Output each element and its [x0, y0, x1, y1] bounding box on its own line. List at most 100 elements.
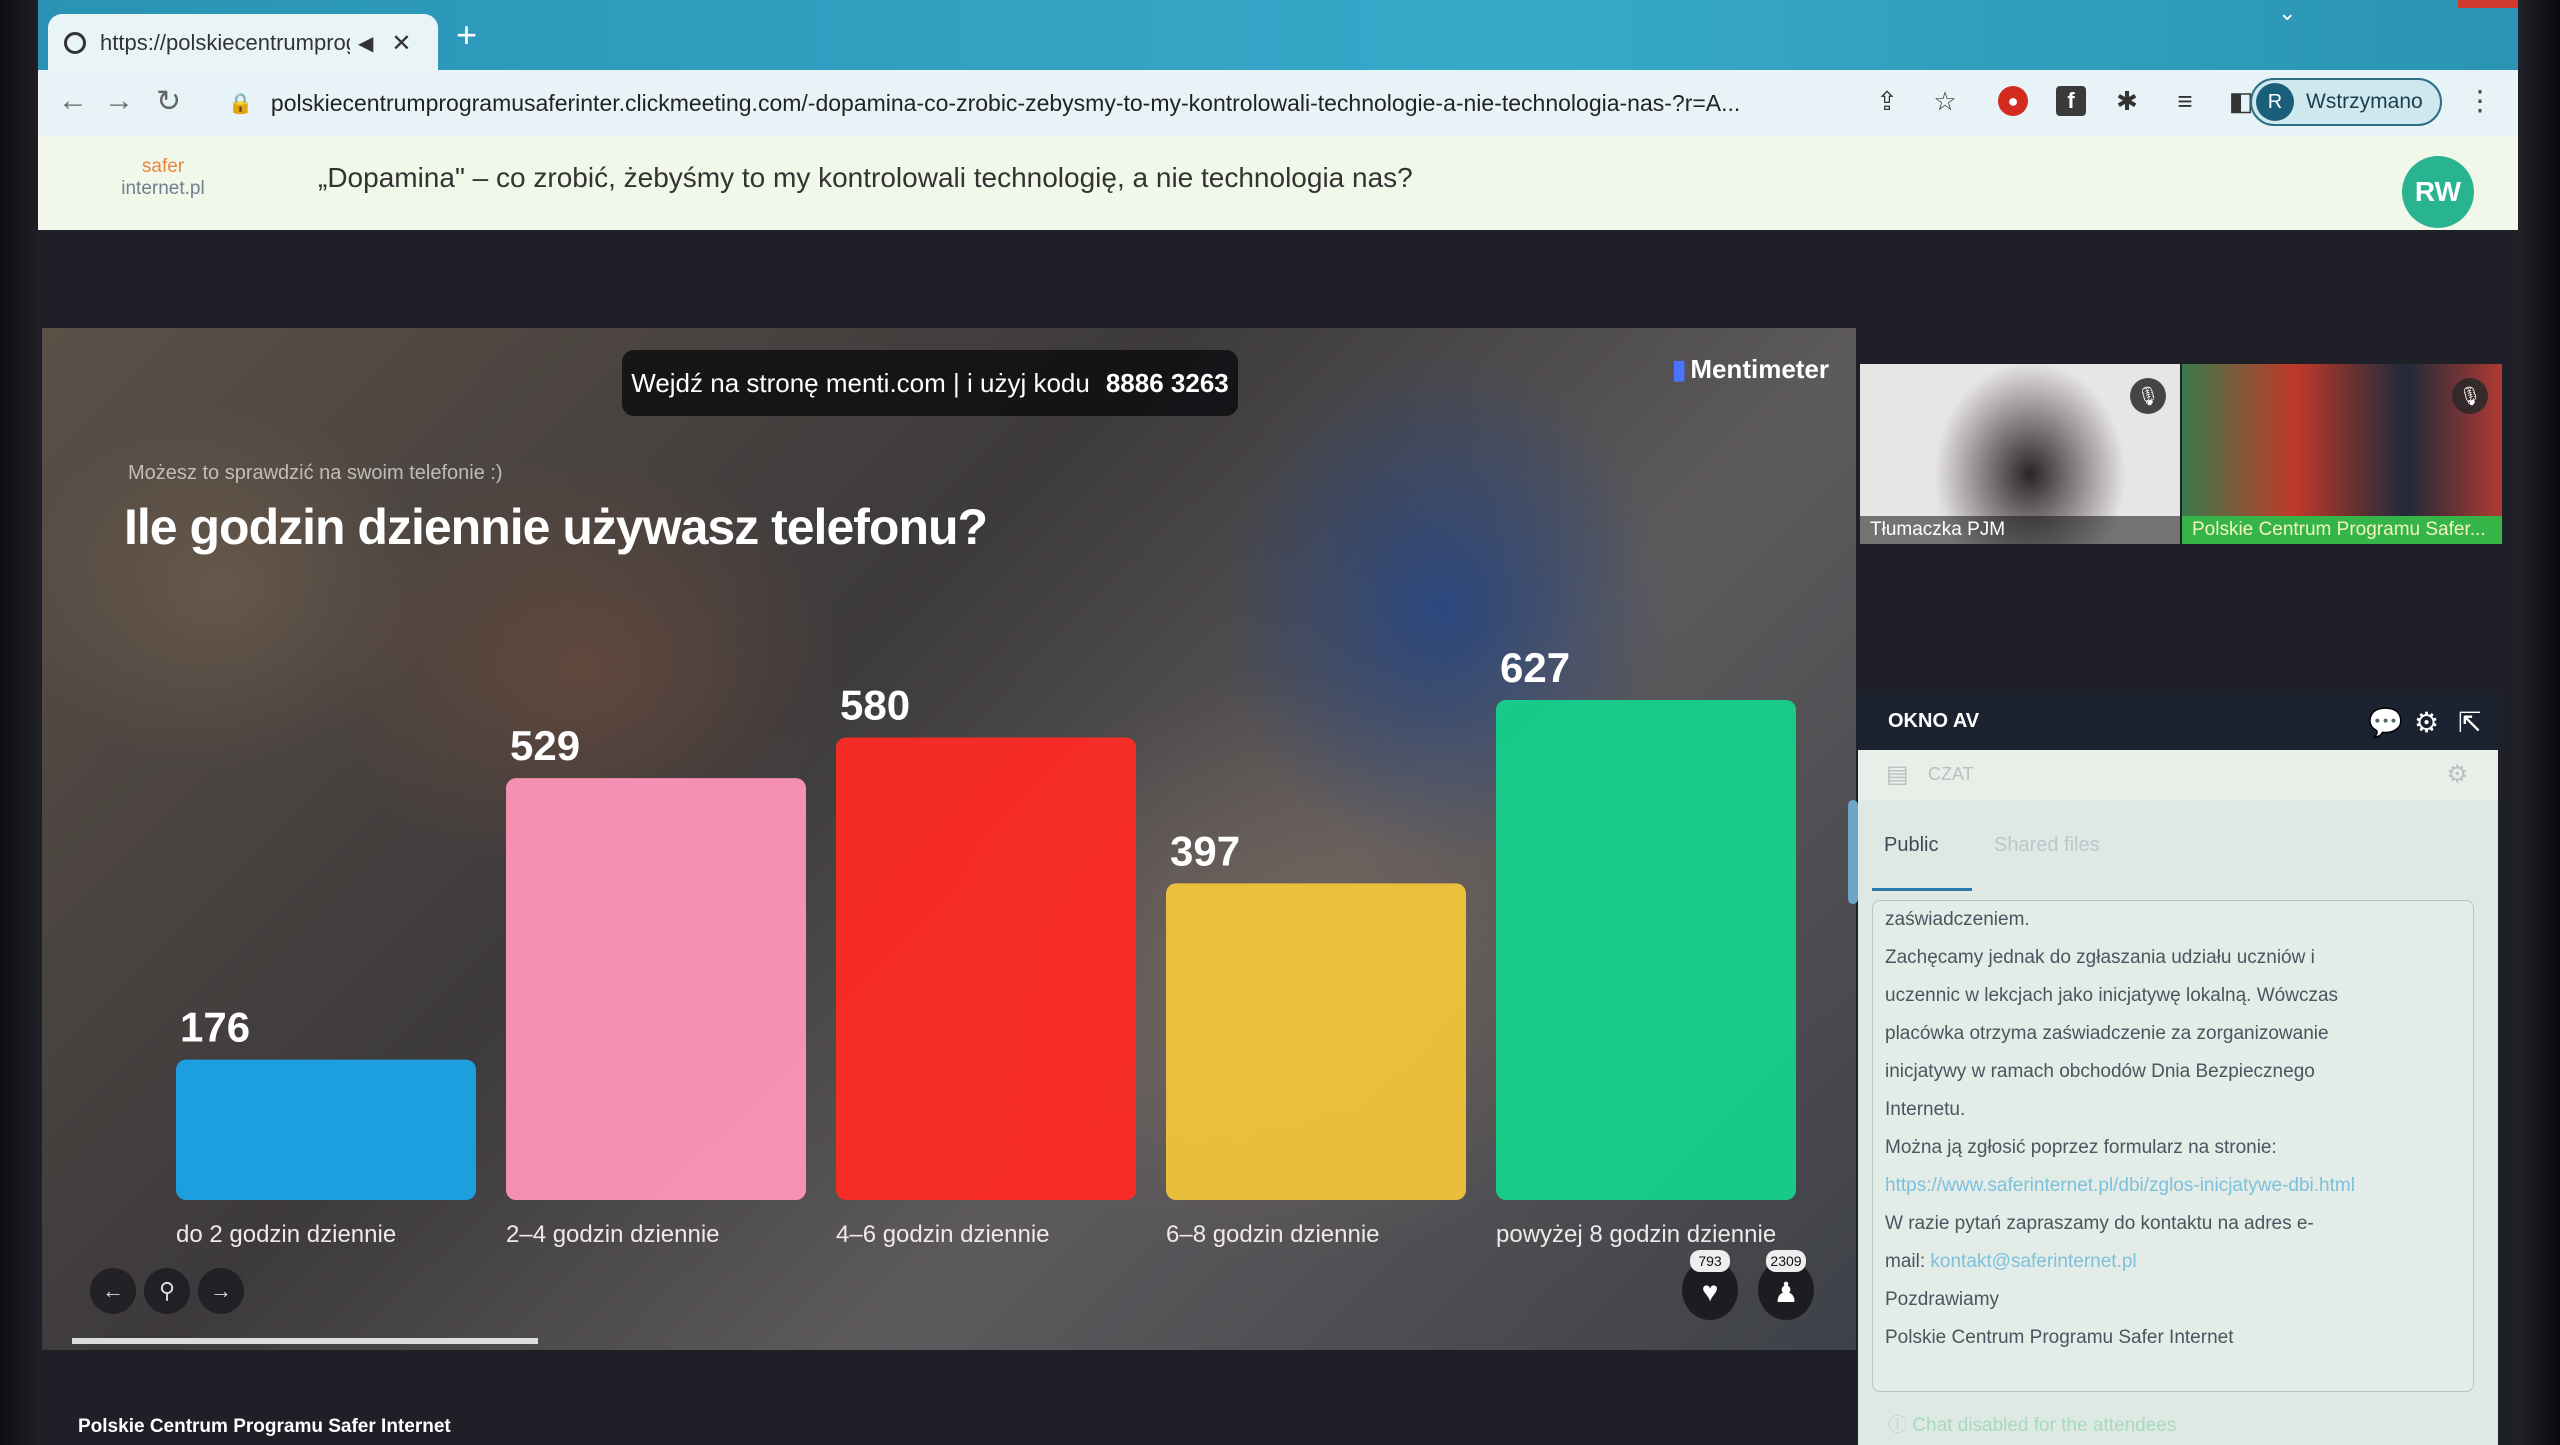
- panel-resize-handle[interactable]: [1848, 800, 1858, 904]
- mentimeter-logo: ▮ Mentimeter: [1672, 354, 1829, 385]
- info-icon: ⓘ: [1888, 1415, 1908, 1436]
- profile-button[interactable]: R Wstrzymano: [2250, 78, 2442, 126]
- url-text[interactable]: polskiecentrumprogramusaferinter.clickme…: [271, 90, 1740, 117]
- chat-line: Polskie Centrum Programu Safer Internet: [1885, 1327, 2234, 1348]
- user-avatar[interactable]: RW: [2402, 156, 2474, 228]
- chat-line-text: mail:: [1885, 1251, 1926, 1272]
- chat-line: Można ją zgłosić poprzez formularz na st…: [1885, 1137, 2277, 1158]
- previous-slide-button[interactable]: ←: [90, 1268, 136, 1314]
- star-icon[interactable]: ☆: [1930, 86, 1960, 116]
- chat-tabs: Public Shared files: [1858, 800, 2498, 892]
- window-control[interactable]: [2458, 0, 2518, 8]
- saferinternet-logo: safer internet.pl: [108, 156, 218, 200]
- close-tab-icon[interactable]: ✕: [391, 29, 411, 58]
- gear-icon[interactable]: ⚙: [2446, 760, 2468, 789]
- reactions-button[interactable]: 793 ♥: [1682, 1250, 1738, 1320]
- chat-line: uczennic w lekcjach jako inicjatywę loka…: [1885, 985, 2339, 1006]
- active-tab-indicator: [1872, 888, 1972, 891]
- chat-disabled-text: Chat disabled for the attendees: [1912, 1415, 2177, 1436]
- presentation-stage: 176 do 2 godzin dziennie 529 2–4 godzin dzi…: [42, 328, 1856, 1350]
- tab-title: https://polskiecentrumprogr: [100, 30, 350, 55]
- bar-category-label: 4–6 godzin dziennie: [836, 1221, 1050, 1248]
- extensions-puzzle-icon[interactable]: ✱: [2112, 86, 2142, 116]
- slide-progress-bar: [72, 1338, 538, 1344]
- chat-line: zaświadczeniem.: [1885, 909, 2030, 930]
- next-slide-button[interactable]: →: [198, 1268, 244, 1314]
- speaker-icon[interactable]: ◀: [358, 31, 373, 56]
- reading-list-icon[interactable]: ≡: [2170, 86, 2200, 116]
- logo-line-1: safer: [141, 156, 185, 177]
- chart-bar: [176, 1059, 476, 1200]
- mic-icon[interactable]: 🎙: [2452, 378, 2488, 414]
- screen: https://polskiecentrumprogr ◀ ✕ + ⌄ ← → …: [38, 0, 2518, 1445]
- bar-value-label: 397: [1170, 827, 1240, 874]
- chat-header: ▤ CZAT ⚙: [1858, 750, 2498, 800]
- chat-disabled-notice: ⓘ Chat disabled for the attendees: [1888, 1410, 2176, 1437]
- chevron-down-icon[interactable]: ⌄: [2278, 0, 2296, 26]
- facebook-extension-icon[interactable]: f: [2056, 86, 2086, 116]
- chat-line: Internetu.: [1885, 1099, 1966, 1120]
- reactions-count: 793: [1690, 1250, 1730, 1272]
- bar-category-label: 6–8 godzin dziennie: [1166, 1221, 1380, 1248]
- profile-status-label: Wstrzymano: [2306, 90, 2423, 113]
- monitor-bezel-right: [2518, 0, 2560, 1445]
- chat-messages[interactable]: zaświadczeniem. Zachęcamy jednak do zgła…: [1872, 900, 2474, 1392]
- av-window-bar: OKNO AV 💬 ⚙ ⇱: [1858, 694, 2498, 750]
- lock-icon: 🔒: [228, 92, 253, 115]
- globe-icon: [64, 32, 86, 54]
- gear-icon[interactable]: ⚙: [2414, 706, 2439, 739]
- chat-icon: ▤: [1886, 761, 1909, 788]
- menu-kebab-icon[interactable]: ⋮: [2466, 84, 2494, 117]
- browser-toolbar: ← → ↻ 🔒 polskiecentrumprogramusaferinter…: [38, 70, 2518, 136]
- chat-line: Zachęcamy jednak do zgłaszania udziału u…: [1885, 947, 2315, 968]
- mic-icon[interactable]: 🎙: [2130, 378, 2166, 414]
- person-icon: ♟: [1773, 1277, 1799, 1308]
- tab-shared-files[interactable]: Shared files: [1994, 834, 2100, 857]
- event-header: safer internet.pl „Dopamina" – co zrobić…: [38, 136, 2518, 230]
- tab-public[interactable]: Public: [1884, 834, 1938, 857]
- chat-line: W razie pytań zapraszamy do kontaktu na …: [1885, 1213, 2314, 1234]
- new-tab-button[interactable]: +: [456, 14, 477, 56]
- reload-icon[interactable]: ↻: [156, 84, 181, 119]
- video-tile-host[interactable]: 🎙 Polskie Centrum Programu Safer...: [2182, 364, 2502, 544]
- bar-value-label: 580: [840, 681, 910, 728]
- chat-link[interactable]: https://www.saferinternet.pl/dbi/zglos-i…: [1873, 1167, 2473, 1205]
- mentimeter-logo-text: Mentimeter: [1690, 354, 1830, 384]
- bar-value-label: 627: [1500, 644, 1570, 691]
- heart-icon: ♥: [1701, 1276, 1719, 1307]
- bar-value-label: 529: [510, 722, 580, 769]
- video-tiles: 🎙 Tłumaczka PJM 🎙 Polskie Centrum Progra…: [1860, 364, 2514, 544]
- mentimeter-mark-icon: ▮: [1672, 354, 1687, 384]
- adblock-extension-icon[interactable]: ●: [1998, 86, 2028, 116]
- participants-count: 2309: [1766, 1250, 1806, 1272]
- chart-bar: [1166, 883, 1466, 1200]
- chat-line: inicjatywy w ramach obchodów Dnia Bezpie…: [1885, 1061, 2315, 1082]
- popout-icon[interactable]: ⇱: [2458, 706, 2481, 739]
- slide-subtitle: Możesz to sprawdzić na swoim telefonie :…: [128, 462, 503, 484]
- chat-header-label: CZAT: [1928, 764, 1974, 784]
- bar-value-label: 176: [180, 1004, 250, 1051]
- email-link[interactable]: kontakt@saferinternet.pl: [1930, 1251, 2136, 1272]
- monitor-bezel-left: [0, 0, 38, 1445]
- video-tile-interpreter[interactable]: 🎙 Tłumaczka PJM: [1860, 364, 2180, 544]
- pin-icon[interactable]: ⚲: [144, 1268, 190, 1314]
- address-bar[interactable]: 🔒 polskiecentrumprogramusaferinter.click…: [228, 80, 1858, 126]
- participants-button[interactable]: 2309 ♟: [1758, 1250, 1814, 1320]
- event-title: „Dopamina" – co zrobić, żebyśmy to my ko…: [318, 162, 1413, 193]
- bar-category-label: powyżej 8 godzin dziennie: [1496, 1221, 1776, 1248]
- chat-line: Pozdrawiamy: [1885, 1289, 2000, 1310]
- share-icon[interactable]: ⇪: [1872, 86, 1902, 116]
- forward-icon[interactable]: →: [104, 84, 134, 118]
- browser-tab[interactable]: https://polskiecentrumprogr ◀ ✕: [48, 14, 438, 72]
- chart-bar: [1496, 700, 1796, 1200]
- av-window-title: OKNO AV: [1888, 710, 1980, 732]
- browser-tab-strip: https://polskiecentrumprogr ◀ ✕ + ⌄: [38, 0, 2518, 72]
- join-text: Wejdź na stronę menti.com | i użyj kodu: [631, 367, 1090, 398]
- chart-bar: [506, 778, 806, 1200]
- back-icon[interactable]: ←: [58, 84, 88, 118]
- chart-bar: [836, 737, 1136, 1200]
- chat-bubble-icon[interactable]: 💬: [2368, 706, 2403, 739]
- profile-avatar: R: [2256, 83, 2294, 121]
- slide-question: Ile godzin dziennie używasz telefonu?: [124, 499, 988, 555]
- logo-line-2: internet.pl: [121, 178, 205, 199]
